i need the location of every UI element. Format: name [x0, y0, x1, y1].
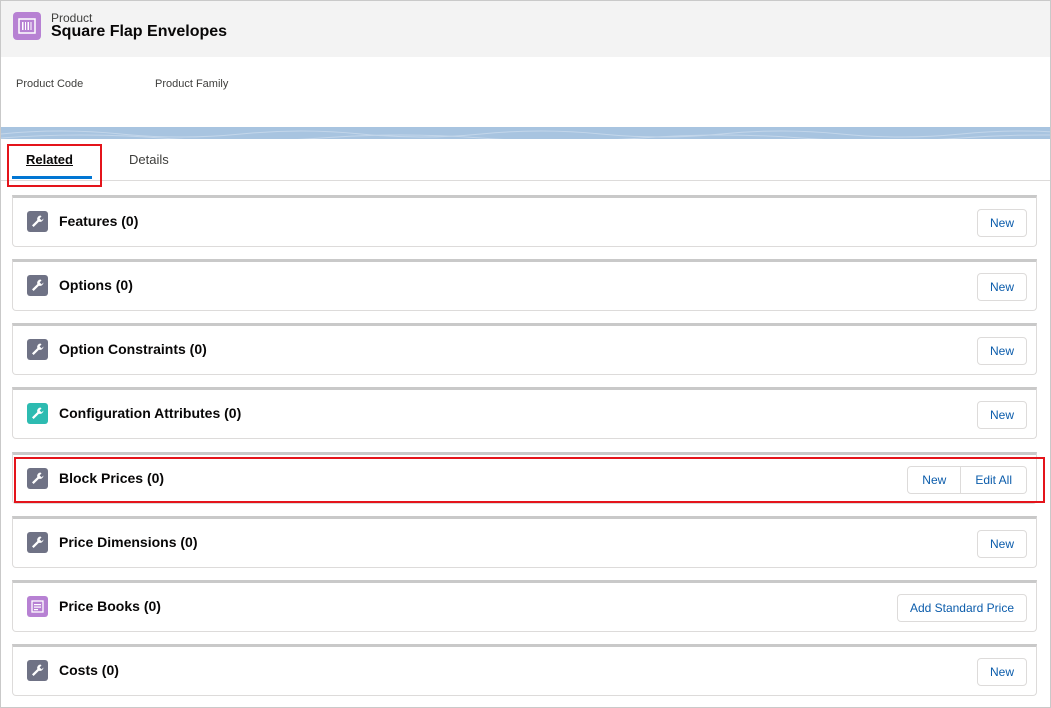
wrench-icon — [27, 532, 48, 553]
product-code-label: Product Code — [16, 78, 84, 90]
related-list-costs: Costs (0) New — [12, 644, 1037, 696]
new-button[interactable]: New — [976, 273, 1027, 301]
block-prices-button-group: New Edit All — [907, 466, 1027, 494]
highlight-fields: Product Code Product Family — [1, 57, 1050, 127]
related-list-title: Configuration Attributes (0) — [59, 405, 242, 421]
record-title: Square Flap Envelopes — [51, 23, 228, 40]
related-list-price-dimensions: Price Dimensions (0) New — [12, 516, 1037, 568]
related-list-features: Features (0) New — [12, 195, 1037, 247]
tab-details[interactable]: Details — [129, 152, 169, 167]
wrench-icon — [27, 275, 48, 296]
tab-related[interactable]: Related — [26, 152, 73, 167]
product-icon — [13, 12, 41, 40]
new-button[interactable]: New — [976, 530, 1027, 558]
product-family-label: Product Family — [155, 78, 229, 90]
related-list-price-books: Price Books (0) Add Standard Price — [12, 580, 1037, 632]
edit-all-button[interactable]: Edit All — [961, 466, 1027, 494]
new-button[interactable]: New — [976, 337, 1027, 365]
related-list-title: Options (0) — [59, 277, 133, 293]
related-list-title: Price Books (0) — [59, 598, 161, 614]
related-list-option-constraints: Option Constraints (0) New — [12, 323, 1037, 375]
related-list-block-prices: Block Prices (0) New Edit All — [12, 452, 1037, 504]
related-list-title: Option Constraints (0) — [59, 341, 207, 357]
wrench-icon — [27, 339, 48, 360]
related-list-options: Options (0) New — [12, 259, 1037, 311]
record-tabs: Related Details — [1, 139, 1050, 181]
new-button[interactable]: New — [976, 401, 1027, 429]
related-list-configuration-attributes: Configuration Attributes (0) New — [12, 387, 1037, 439]
record-header: Product Square Flap Envelopes — [1, 1, 1050, 57]
add-standard-price-button[interactable]: Add Standard Price — [896, 594, 1027, 622]
related-list-title: Price Dimensions (0) — [59, 534, 198, 550]
wrench-icon — [27, 403, 48, 424]
related-list-title: Features (0) — [59, 213, 139, 229]
new-button[interactable]: New — [976, 658, 1027, 686]
wrench-icon — [27, 211, 48, 232]
related-list-title: Costs (0) — [59, 662, 119, 678]
decorative-band — [1, 127, 1050, 142]
wrench-icon — [27, 468, 48, 489]
pricebook-icon — [27, 596, 48, 617]
active-tab-indicator — [12, 176, 92, 179]
new-button[interactable]: New — [907, 466, 962, 494]
record-page: Product Square Flap Envelopes Product Co… — [0, 0, 1051, 708]
related-list-title: Block Prices (0) — [59, 470, 165, 486]
wrench-icon — [27, 660, 48, 681]
new-button[interactable]: New — [976, 209, 1027, 237]
